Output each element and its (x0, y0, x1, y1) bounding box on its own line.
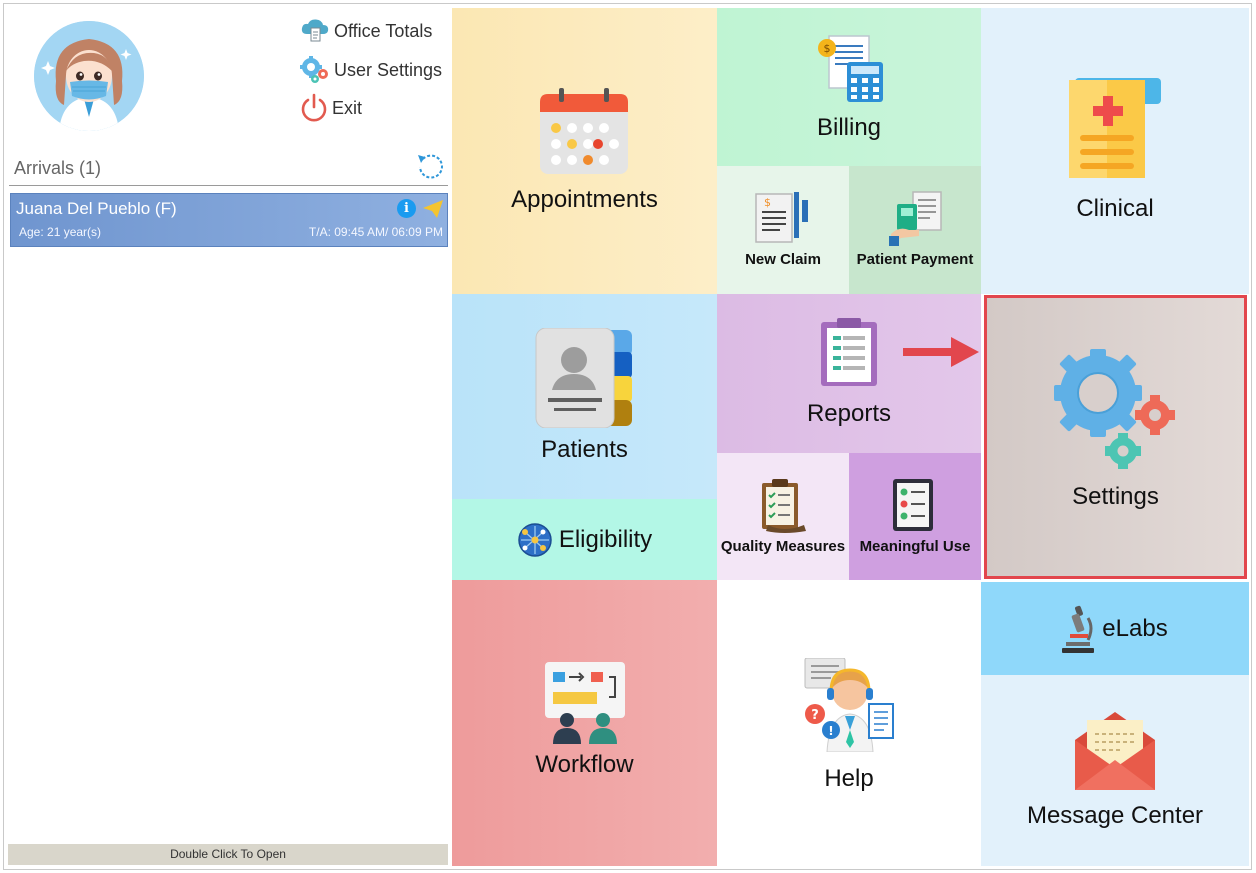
eligibility-content: Eligibility (452, 499, 717, 580)
info-icon[interactable]: i (397, 199, 416, 218)
user-settings-link[interactable]: User Settings (300, 56, 442, 84)
contact-book-icon (535, 328, 632, 428)
avatar (34, 21, 144, 131)
settings-label: Settings (1072, 483, 1159, 510)
help-tile[interactable]: ? ! Help (717, 580, 981, 866)
patient-name: Juana Del Pueblo (F) (16, 199, 177, 218)
patient-payment-tile[interactable]: Patient Payment (849, 166, 981, 294)
message-center-tile[interactable]: Message Center (981, 675, 1249, 866)
exit-label: Exit (332, 97, 363, 118)
message-center-label: Message Center (1026, 802, 1204, 829)
left-panel: Office Totals User Settings Exit Arrival… (4, 4, 449, 868)
new-claim-tile[interactable]: $ New Claim (717, 166, 849, 294)
patient-payment-label: Patient Payment (856, 251, 974, 268)
patients-tile[interactable]: Patients (452, 294, 717, 499)
cloud-report-icon (301, 19, 329, 42)
billing-calculator-icon: $ (818, 35, 883, 102)
payment-icon (889, 191, 942, 246)
user-settings-label: User Settings (334, 59, 443, 80)
billing-tile[interactable]: $ Billing (717, 8, 981, 166)
workflow-board-icon (545, 662, 625, 744)
settings-tile[interactable]: Settings (984, 295, 1247, 579)
envelope-icon (1075, 712, 1155, 790)
clinical-tile[interactable]: Clinical (981, 8, 1249, 294)
patient-age: Age: 21 year(s) (19, 225, 102, 239)
open-hint-bar: Double Click To Open (8, 844, 448, 865)
quality-measures-label: Quality Measures (720, 538, 846, 555)
help-label: Help (824, 765, 874, 792)
arrivals-title: Arrivals (1) (14, 158, 102, 178)
quality-checklist-icon (762, 479, 806, 533)
patient-time: T/A: 09:45 AM/ 06:09 PM (308, 225, 443, 239)
arrival-row[interactable]: Juana Del Pueblo (F) i Age: 21 year(s) T… (10, 193, 448, 247)
elabs-tile[interactable]: eLabs (981, 582, 1249, 675)
svg-text:$: $ (764, 196, 771, 209)
eligibility-tile[interactable]: Eligibility (452, 499, 717, 580)
patients-label: Patients (541, 436, 628, 463)
paper-plane-icon[interactable] (422, 199, 444, 219)
meaningful-use-label: Meaningful Use (859, 538, 971, 555)
power-icon (301, 93, 327, 122)
office-totals-label: Office Totals (334, 20, 433, 41)
network-globe-icon (518, 522, 552, 557)
appointments-label: Appointments (511, 186, 658, 213)
new-claim-label: New Claim (745, 251, 821, 268)
microscope-icon (1062, 605, 1095, 653)
medical-record-icon (1069, 78, 1161, 178)
exit-link[interactable]: Exit (300, 93, 362, 123)
svg-text:$: $ (824, 42, 831, 55)
eligibility-label: Eligibility (558, 525, 653, 553)
workflow-label: Workflow (535, 751, 634, 778)
reports-tile[interactable]: Reports (717, 294, 981, 453)
workflow-tile[interactable]: Workflow (452, 580, 717, 866)
appointments-tile[interactable]: Appointments (452, 8, 717, 294)
calendar-icon (540, 88, 628, 174)
elabs-label: eLabs (1102, 614, 1168, 642)
reports-label: Reports (806, 400, 892, 427)
billing-label: Billing (816, 114, 882, 141)
pointer-arrow (903, 337, 979, 367)
meaningful-use-tile[interactable]: Meaningful Use (849, 453, 981, 580)
checklist-icon (893, 479, 933, 531)
settings-gears-icon (1054, 349, 1175, 469)
elabs-content: eLabs (981, 582, 1249, 675)
svg-text:?: ? (811, 708, 819, 723)
office-totals-link[interactable]: Office Totals (300, 18, 432, 44)
support-agent-icon: ? ! (804, 658, 894, 752)
clipboard-report-icon (821, 318, 877, 386)
gears-icon (300, 56, 328, 83)
arrivals-divider (9, 185, 448, 186)
refresh-icon[interactable] (415, 151, 445, 181)
claim-document-icon: $ (755, 192, 808, 243)
clinical-label: Clinical (1076, 195, 1154, 222)
svg-text:!: ! (828, 724, 833, 738)
quality-measures-tile[interactable]: Quality Measures (717, 453, 849, 580)
